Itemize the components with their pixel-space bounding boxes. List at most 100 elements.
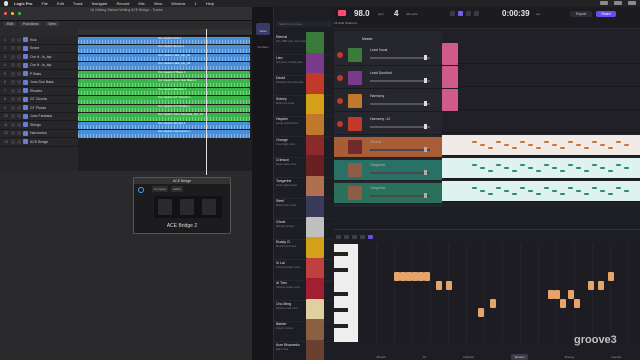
ace-note[interactable] [536, 170, 541, 172]
ace-note[interactable] [488, 193, 493, 195]
ace-note[interactable] [600, 144, 605, 146]
menu-item[interactable]: Help [206, 1, 214, 6]
ace-track[interactable]: Tangerine [334, 160, 442, 181]
volume-fader[interactable] [370, 172, 430, 174]
ace-note[interactable] [496, 164, 501, 166]
region[interactable]: Our Hearts Hats_bip_01 [78, 53, 250, 61]
volume-fader[interactable] [370, 103, 430, 105]
ace-note[interactable] [624, 167, 629, 169]
solo-button[interactable] [17, 105, 21, 110]
track-header[interactable]: 3 Our H...ls_bip [0, 53, 78, 62]
mute-button[interactable] [11, 71, 15, 76]
record-arm-icon[interactable] [337, 144, 343, 150]
piano-roll-note[interactable] [588, 281, 594, 290]
region[interactable]: Our Hearts Juno Sun Bass 1 [78, 79, 250, 87]
track-header[interactable]: 4 Our H...ls_bip [0, 62, 78, 70]
track-header[interactable]: 10 Juno Fantasia [0, 113, 78, 121]
tab-falsetto[interactable]: Falsetto [463, 355, 474, 359]
solo-button[interactable] [17, 88, 21, 93]
ace-region[interactable] [442, 43, 458, 65]
ace-note[interactable] [576, 144, 581, 146]
menu-item[interactable]: Record [116, 1, 129, 6]
loop-icon[interactable] [474, 11, 479, 16]
time-signature[interactable]: 4 [394, 9, 398, 18]
track-header[interactable]: 5 P Bass [0, 70, 78, 79]
track-header[interactable]: 2 Snare [0, 45, 78, 53]
fader-knob[interactable] [424, 170, 427, 175]
tool-icon[interactable] [360, 234, 365, 239]
mute-button[interactable] [11, 139, 15, 144]
ace-note[interactable] [528, 190, 533, 192]
menu-item[interactable]: Mix [138, 1, 144, 6]
play-icon[interactable] [458, 11, 463, 16]
black-key[interactable] [334, 252, 348, 256]
ace-note[interactable] [560, 147, 565, 149]
tab-gender[interactable]: Gender [611, 355, 621, 359]
region[interactable]: Our Hearts Snare 1 [78, 45, 250, 53]
ace-note[interactable] [520, 141, 525, 143]
record-arm-icon[interactable] [337, 190, 343, 196]
track-header[interactable]: 13 ACE Bridge [0, 138, 78, 147]
region[interactable]: Our Hearts Rhodes 1 [78, 87, 250, 95]
pen-tool-icon[interactable] [368, 234, 373, 239]
plugin-pad[interactable] [202, 199, 216, 215]
timeline-ruler[interactable] [78, 29, 252, 36]
ace-arrangement[interactable] [442, 29, 640, 207]
ace-note[interactable] [616, 164, 621, 166]
mute-button[interactable] [11, 122, 15, 127]
piano-keys[interactable] [334, 244, 358, 342]
record-arm-icon[interactable] [337, 52, 343, 58]
ace-note[interactable] [488, 170, 493, 172]
ace-note[interactable] [576, 167, 581, 169]
ace-note[interactable] [496, 141, 501, 143]
solo-button[interactable] [17, 71, 21, 76]
ace-note[interactable] [568, 164, 573, 166]
ace-note[interactable] [512, 170, 517, 172]
ace-track[interactable]: Lead Vocal [334, 45, 442, 66]
piano-roll-note[interactable] [574, 299, 580, 308]
solo-button[interactable] [17, 114, 21, 119]
record-arm-icon[interactable] [337, 167, 343, 173]
volume-fader[interactable] [370, 149, 430, 151]
ace-note[interactable] [504, 190, 509, 192]
ace-note[interactable] [512, 193, 517, 195]
ace-note[interactable] [600, 190, 605, 192]
mute-button[interactable] [11, 54, 15, 59]
solo-button[interactable] [17, 54, 21, 59]
apple-icon[interactable] [4, 1, 8, 6]
tab-tension[interactable]: Tension [511, 353, 528, 360]
ace-note[interactable] [520, 187, 525, 189]
status-icon[interactable] [614, 1, 622, 5]
ace-note[interactable] [552, 167, 557, 169]
ace-note[interactable] [528, 144, 533, 146]
fader-knob[interactable] [424, 147, 427, 152]
compare-button[interactable]: Compare [152, 186, 169, 192]
piano-roll-note[interactable] [446, 281, 452, 290]
close-icon[interactable] [4, 12, 7, 15]
ace-note[interactable] [616, 187, 621, 189]
tracks-area[interactable]: Our Hearts Kick 1 Our Hearts Snare 1 Our H… [78, 36, 252, 171]
editor-button[interactable]: Editor [171, 186, 184, 192]
track-header[interactable]: 9 GT Plucks [0, 104, 78, 113]
menu-item[interactable]: View [154, 1, 163, 6]
view-menu[interactable]: View [45, 22, 59, 26]
tool-icon[interactable] [344, 234, 349, 239]
tool-icon[interactable] [352, 234, 357, 239]
mute-button[interactable] [11, 105, 15, 110]
fader-knob[interactable] [424, 193, 427, 198]
playhead[interactable] [206, 29, 207, 175]
track-header[interactable]: 8 GT Chords [0, 96, 78, 104]
fader-knob[interactable] [424, 124, 427, 129]
ace-note[interactable] [544, 141, 549, 143]
functions-menu[interactable]: Functions [20, 22, 42, 26]
piano-roll-note[interactable] [478, 308, 484, 317]
ace-note[interactable] [608, 147, 613, 149]
sidebar-voices[interactable]: Voices [256, 23, 270, 35]
ace-note[interactable] [544, 164, 549, 166]
ace-note[interactable] [592, 187, 597, 189]
ace-note[interactable] [624, 144, 629, 146]
solo-button[interactable] [17, 139, 21, 144]
fader-knob[interactable] [424, 101, 427, 106]
volume-fader[interactable] [370, 195, 430, 197]
menu-app-name[interactable]: Logic Pro [14, 1, 32, 6]
